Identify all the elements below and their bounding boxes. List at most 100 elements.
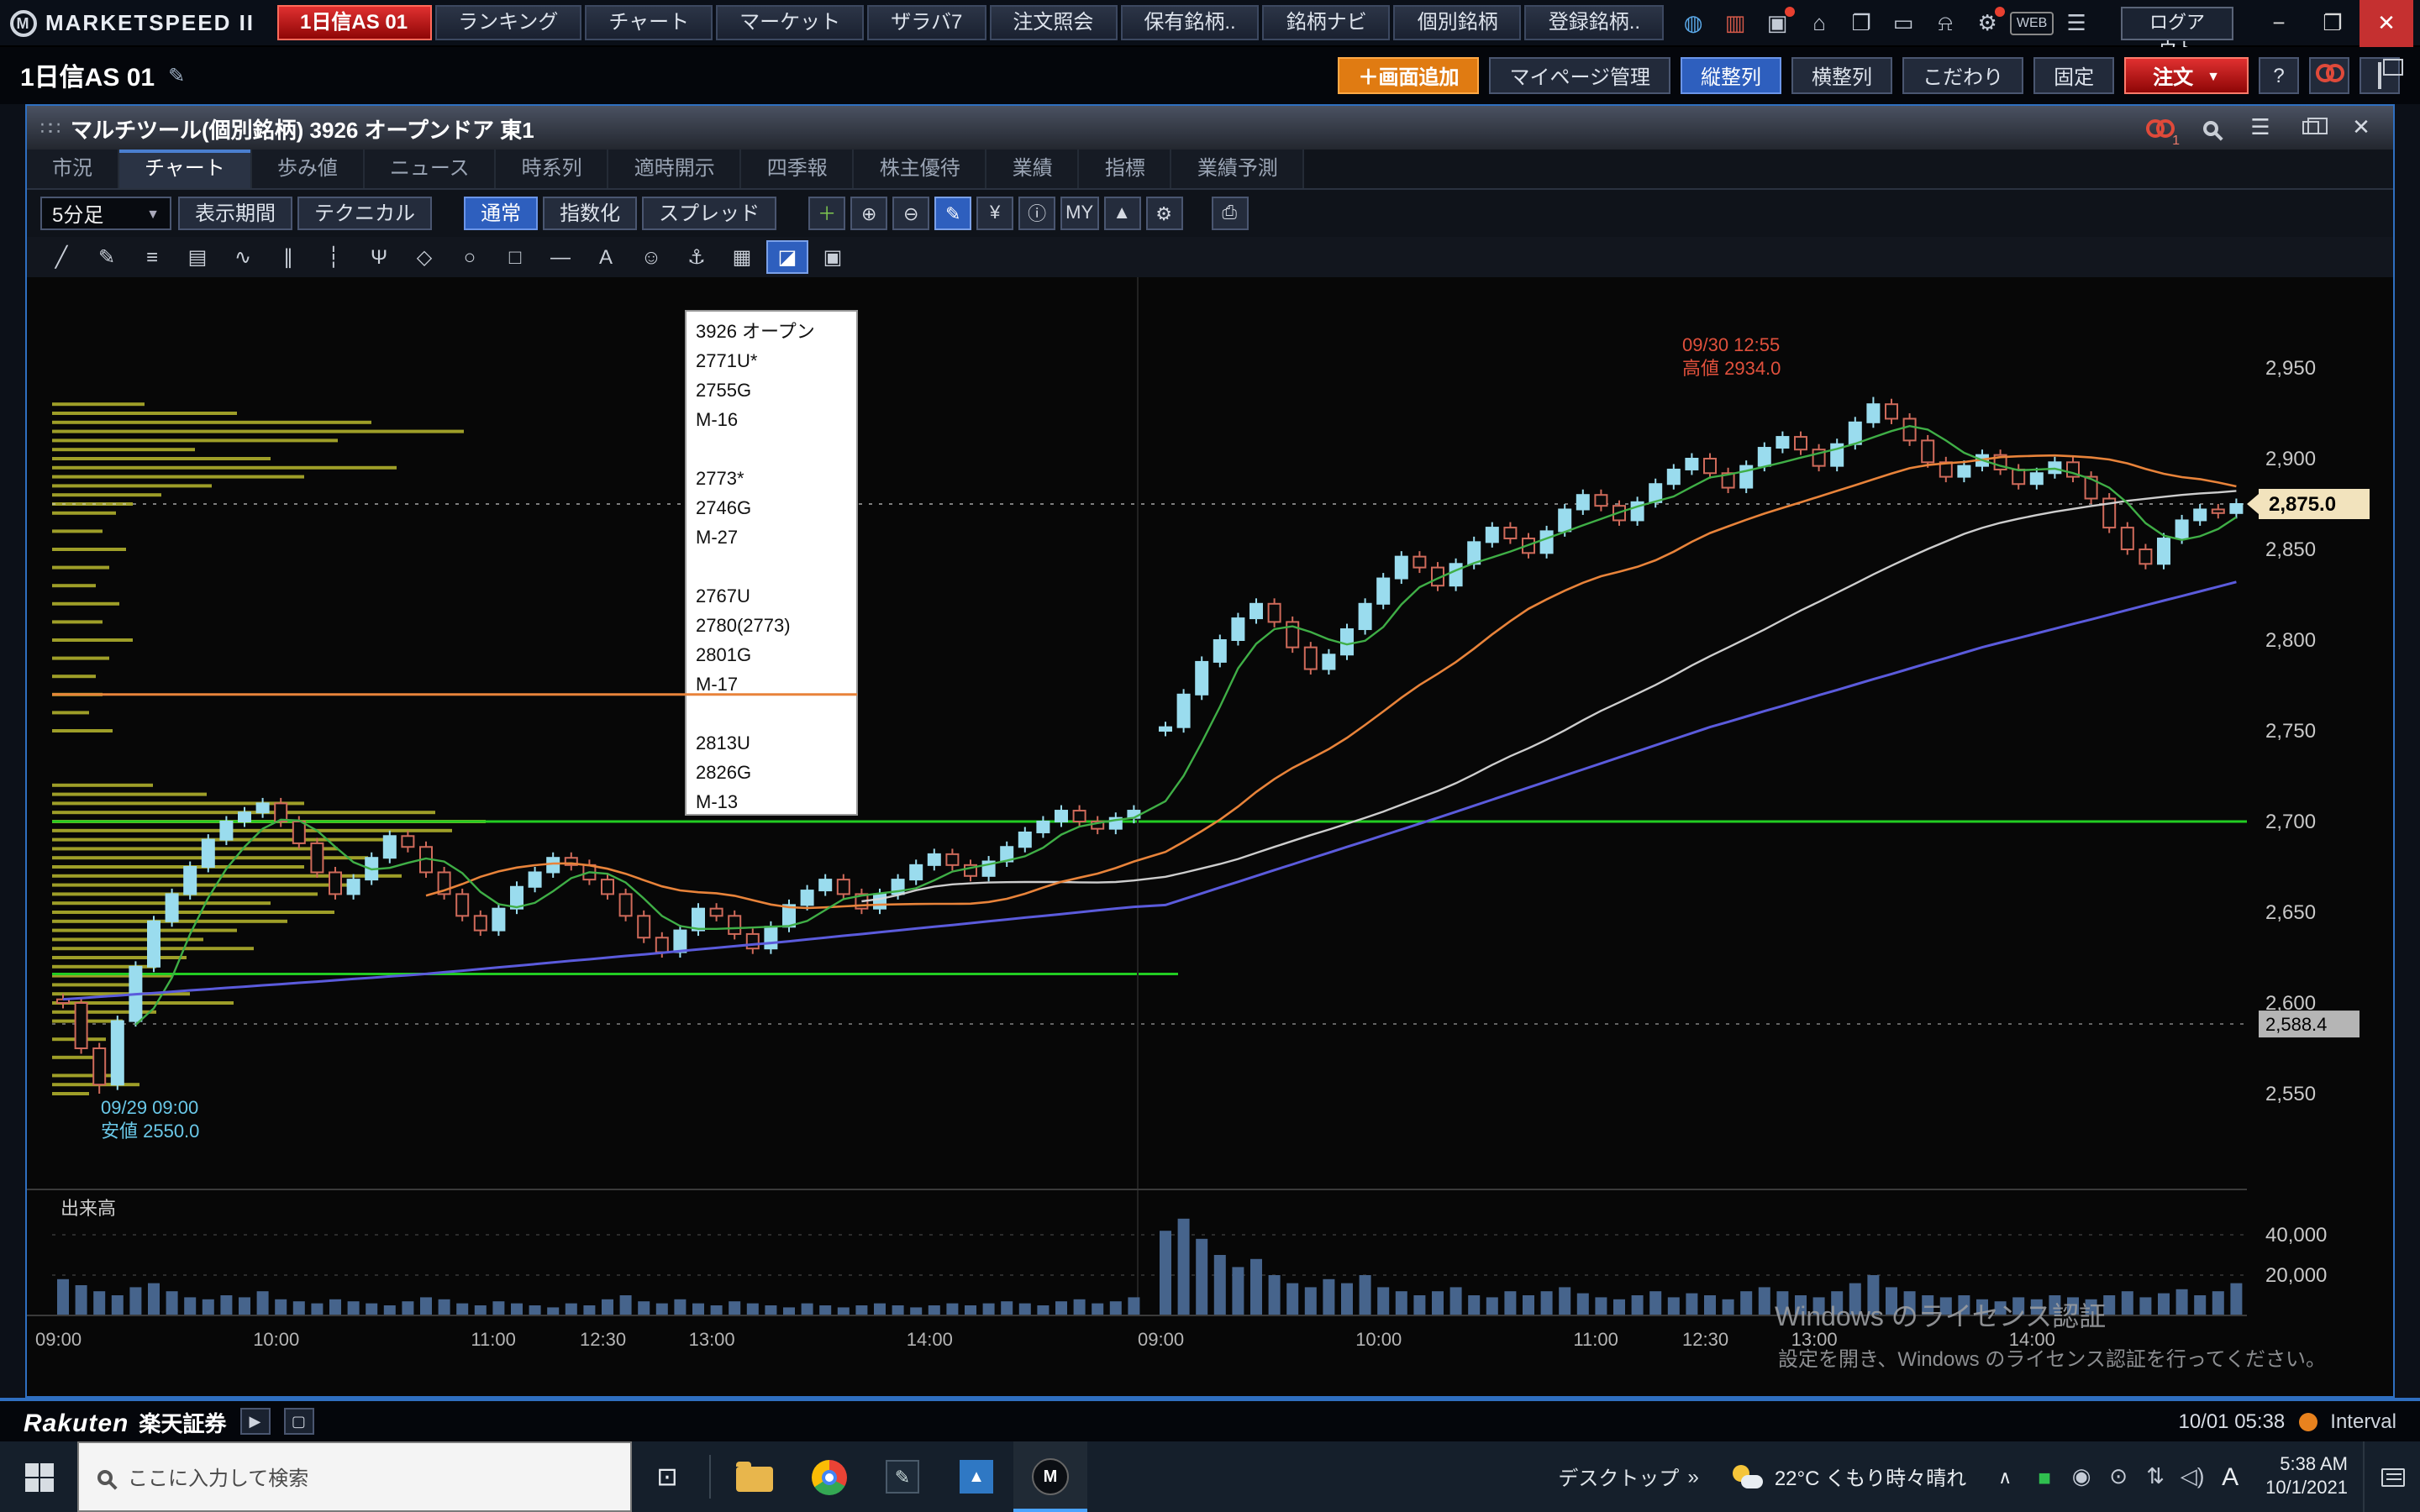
bell-icon[interactable]: ⍾ [1926,4,1965,41]
window-tab-2[interactable]: 歩み値 [252,150,365,188]
toolbar-button-スプレッド[interactable]: スプレッド [642,197,776,230]
window-titlebar[interactable]: ∷∷ マルチツール(個別銘柄) 3926 オープンドア 東1 1 ☰ ✕ [27,106,2393,150]
photos-button[interactable]: ▲ [939,1441,1013,1512]
green-app-icon[interactable]: ■ [2027,1458,2062,1495]
network-icon[interactable]: ⇅ [2138,1458,2173,1495]
arrange-vertical-button[interactable]: 縦整列 [1681,57,1781,94]
task-view-button[interactable]: ⊡ [632,1441,702,1512]
chart-pattern-icon[interactable]: ▲ [1103,197,1140,230]
window-menu-button[interactable]: ☰ [2242,111,2279,144]
window-close-button[interactable]: ✕ [2343,111,2380,144]
my-indicator-icon[interactable]: MY [1060,197,1098,230]
start-button[interactable] [0,1441,77,1512]
window-tab-1[interactable]: チャート [119,150,252,188]
window-restore-button[interactable] [2292,111,2329,144]
toolbar-button-表示期間[interactable]: 表示期間 [178,197,292,230]
window-tab-7[interactable]: 株主優待 [855,150,987,188]
play-button[interactable]: ▶ [239,1408,270,1435]
mypage-manage-button[interactable]: マイページ管理 [1489,57,1670,94]
settings-gear-icon[interactable]: ⚙ [1968,4,2007,41]
chrome-button[interactable] [792,1441,865,1512]
taskbar-clock[interactable]: 5:38 AM 10/1/2021 [2250,1441,2363,1512]
top-tab-2[interactable]: チャート [585,5,713,40]
tray-expand-button[interactable]: ∧ [1983,1441,2027,1512]
chain-link-button[interactable] [2309,57,2349,94]
sync-icon[interactable]: ⊙ [2101,1458,2136,1495]
presentation-icon[interactable]: ▭ [1884,4,1923,41]
pitchfork-icon[interactable]: Ψ [358,240,400,274]
print-icon[interactable]: ⎙ [1211,197,1248,230]
settings-wrench-icon[interactable]: ⚙ [1145,197,1182,230]
top-tab-6[interactable]: 保有銘柄.. [1120,5,1259,40]
chart-app-icon[interactable]: ▥ [1716,4,1754,41]
device-icon[interactable]: ◉ [2064,1458,2099,1495]
web-icon[interactable]: WEB [2010,11,2054,34]
circle-icon[interactable]: ○ [449,240,491,274]
toolbar-button-テクニカル[interactable]: テクニカル [297,197,432,230]
wave-icon[interactable]: ∿ [222,240,264,274]
yen-axis-icon[interactable]: ¥ [976,197,1013,230]
period-select[interactable]: 5分足 ▼ [40,197,171,230]
weather-widget[interactable]: 22°C くもり時々晴れ [1716,1441,1983,1512]
window-tab-3[interactable]: ニュース [365,150,497,188]
drag-grip-icon[interactable]: ∷∷ [40,117,57,139]
action-center-button[interactable] [2363,1441,2420,1512]
window-tab-5[interactable]: 適時開示 [609,150,742,188]
marker-icon[interactable]: ✎ [86,240,128,274]
anchor-icon[interactable]: ⚓ [676,240,718,274]
toolbar-button-指数化[interactable]: 指数化 [543,197,637,230]
window-link-button[interactable]: 1 [2141,111,2178,144]
toolbar-button-通常[interactable]: 通常 [464,197,538,230]
file-explorer-button[interactable] [718,1441,792,1512]
top-tab-3[interactable]: マーケット [716,5,864,40]
window-search-button[interactable] [2191,111,2228,144]
top-tab-1[interactable]: ランキング [434,5,581,40]
marketspeed-app-icon[interactable]: ◍ [1674,4,1712,41]
ime-mode-button[interactable]: A [2210,1441,2250,1512]
top-tab-4[interactable]: ザラバ7 [867,5,986,40]
levels-icon[interactable]: ▤ [176,240,218,274]
alert-monitor-icon[interactable]: ▣ [1758,4,1797,41]
menu-icon[interactable]: ☰ [2057,4,2096,41]
window-tab-8[interactable]: 業績 [987,150,1080,188]
top-tab-7[interactable]: 銘柄ナビ [1263,5,1391,40]
window-tab-9[interactable]: 指標 [1080,150,1172,188]
icon-stamp-icon[interactable]: ☺ [630,240,672,274]
add-screen-button[interactable]: ＋画面追加 [1338,57,1479,94]
draw-mode-icon[interactable]: ✎ [934,197,971,230]
eraser-all-icon[interactable]: ▣ [812,240,854,274]
order-button[interactable]: 注文 ▼ [2124,57,2249,94]
zoom-out-icon[interactable]: ⊖ [892,197,929,230]
taskbar-search-input[interactable]: ここに入力して検索 [77,1441,632,1512]
crosshair-add-icon[interactable]: ＋ [808,197,845,230]
volume-icon[interactable]: ◁) [2175,1458,2210,1495]
top-tab-0[interactable]: 1日信AS 01 [276,5,431,40]
grid-icon[interactable]: ▦ [721,240,763,274]
arrange-horizontal-button[interactable]: 横整列 [1791,57,1892,94]
vertical-lines-icon[interactable]: ┆ [313,240,355,274]
horizontal-line-icon[interactable]: ― [539,240,581,274]
desktop-toolbar[interactable]: デスクトップ » [1541,1441,1715,1512]
window-tab-4[interactable]: 時系列 [497,150,609,188]
pin-fixed-button[interactable]: 固定 [2033,57,2114,94]
text-icon[interactable]: A [585,240,627,274]
minimize-button[interactable]: − [2252,0,2306,46]
rectangle-icon[interactable]: □ [494,240,536,274]
trendline-icon[interactable]: ╱ [40,240,82,274]
price-chart[interactable]: 3926 オープン2771U*2755GM-162773*2746GM-2727… [27,277,2393,1396]
eraser-icon[interactable]: ◪ [766,240,808,274]
maximize-button[interactable]: ❐ [2306,0,2360,46]
home-icon[interactable]: ⌂ [1800,4,1839,41]
preference-button[interactable]: こだわり [1902,57,2023,94]
window-tab-0[interactable]: 市況 [27,150,119,188]
parallel-lines-icon[interactable]: ∥ [267,240,309,274]
logout-button[interactable]: ログアウト [2121,6,2233,39]
editor-button[interactable]: ✎ [865,1441,939,1512]
top-tab-5[interactable]: 注文照会 [989,5,1117,40]
edit-page-name-icon[interactable]: ✎ [168,64,185,87]
info-icon[interactable]: ⓘ [1018,197,1055,230]
window-tab-6[interactable]: 四季報 [742,150,855,188]
top-tab-8[interactable]: 個別銘柄 [1394,5,1522,40]
windows-layout-button[interactable] [2360,57,2400,94]
help-button[interactable]: ? [2259,57,2299,94]
